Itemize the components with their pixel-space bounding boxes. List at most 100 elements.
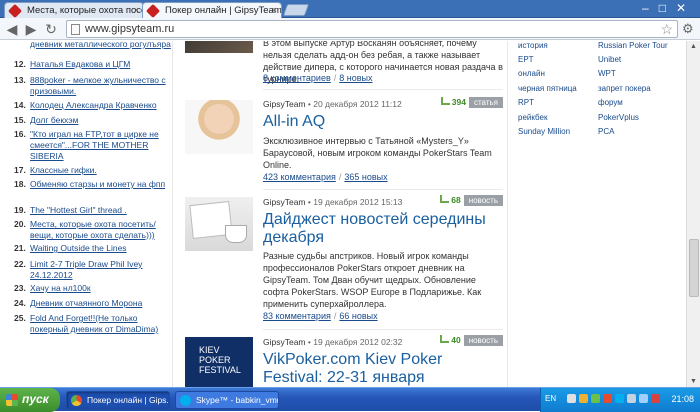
tag-link[interactable]: форум [598, 98, 623, 107]
tab-places[interactable]: Места, которые охота посе × [4, 2, 144, 18]
list-item-link[interactable]: Классные гифки. [30, 165, 176, 176]
scroll-up-icon[interactable]: ▲ [690, 43, 697, 50]
tray-app-icon[interactable] [603, 394, 612, 403]
window-controls[interactable]: –□✕ [642, 1, 696, 15]
new-comments-link[interactable]: 66 новых [339, 311, 377, 321]
list-item-link[interactable]: Места, которые охота посетить/ вещи, кот… [30, 219, 176, 241]
bookmark-star-icon[interactable]: ☆ [660, 21, 673, 38]
likes-count: 68 [451, 195, 461, 205]
festival-logo-text: FESTIVAL [199, 365, 241, 375]
post-author[interactable]: GipsyTeam [263, 197, 306, 207]
new-comments-link[interactable]: 365 новых [344, 172, 387, 182]
post-type-badge: статья [468, 97, 503, 108]
tag-link[interactable]: запрет покера [598, 84, 651, 93]
list-item-link[interactable]: Limit 2-7 Triple Draw Phil Ivey 24.12.20… [30, 259, 176, 281]
address-url[interactable]: www.gipsyteam.ru [85, 23, 174, 35]
list-item-link[interactable]: Хачу на нл100к [30, 283, 176, 294]
post-author[interactable]: GipsyTeam [263, 99, 306, 109]
post-date: • 20 декабря 2012 11:12 [307, 99, 402, 109]
news-feed: В этом выпуске Артур Восканян объясняет,… [172, 41, 508, 387]
network-icon[interactable] [639, 394, 648, 403]
comments-link[interactable]: 423 комментария [263, 172, 336, 182]
volume-icon[interactable] [627, 394, 636, 403]
tray-app-icon[interactable] [579, 394, 588, 403]
list-item-link[interactable]: The "Hottest Girl" thread . [30, 205, 176, 216]
list-item-link[interactable]: Наталья Евдакова и ЦГМ [30, 59, 176, 70]
tag-link[interactable]: история [518, 41, 548, 50]
tag-link[interactable]: WPT [598, 69, 616, 78]
tab-close-icon[interactable]: × [272, 5, 277, 15]
taskbar-item-label: Skype™ - babkin_vmuk [196, 395, 279, 405]
address-bar[interactable]: www.gipsyteam.ru ☆ [66, 20, 678, 38]
new-tab-button[interactable] [282, 4, 310, 16]
tray-app-icon[interactable] [567, 394, 576, 403]
post-type-badge: новость [463, 335, 503, 346]
scroll-down-icon[interactable]: ▼ [690, 378, 697, 385]
gipsyteam-favicon-icon [145, 3, 161, 18]
tray-app-icon[interactable] [651, 394, 660, 403]
list-item-link[interactable]: Fold And Forget!!(Не только покерный дне… [30, 313, 176, 335]
post-thumbnail[interactable] [185, 100, 253, 154]
tag-link[interactable]: Unibet [598, 55, 621, 64]
scrollbar-thumb[interactable] [689, 239, 699, 297]
chrome-icon [71, 395, 82, 406]
list-item-link[interactable]: дневник металлического рогулъяра [30, 41, 176, 50]
list-item-link[interactable]: "Кто играл на FTP,тот в цирке не смеется… [30, 129, 176, 162]
tag-link[interactable]: черная пятница [518, 84, 577, 93]
likes-count: 394 [451, 97, 466, 107]
tag-link[interactable]: RPT [518, 98, 534, 107]
tray-app-icon[interactable] [615, 394, 624, 403]
post-title[interactable]: All-in AQ [263, 113, 503, 131]
post-thumbnail[interactable]: KIEV POKER FESTIVAL [185, 337, 253, 387]
list-item-link[interactable]: Обменяю старзы и монету на фпп [30, 179, 176, 190]
tab-close-icon[interactable]: × [134, 5, 139, 15]
forward-arrow-icon[interactable]: ▶ [22, 20, 40, 38]
tag-link[interactable]: PokerVplus [598, 113, 639, 122]
thumbs-up-icon[interactable] [440, 195, 450, 203]
tag-link[interactable]: EPT [518, 55, 534, 64]
tray-icons [567, 394, 660, 403]
post-meta: GipsyTeam • 19 декабря 2012 02:32 [263, 337, 402, 347]
taskbar-item-skype[interactable]: Skype™ - babkin_vmuk [175, 391, 279, 409]
tag-link[interactable]: Sunday Million [518, 127, 570, 136]
tray-app-icon[interactable] [591, 394, 600, 403]
tab-poker-online[interactable]: Покер онлайн | GipsyTeam × [142, 2, 282, 18]
list-item-link[interactable]: 888poker - мелкое жульничество с призовы… [30, 75, 176, 97]
tag-link[interactable]: Russian Poker Tour [598, 41, 668, 50]
start-button[interactable]: пуск [0, 388, 60, 412]
post-footer: 83 комментария/66 новых [263, 311, 378, 321]
reload-icon[interactable]: ↻ [42, 20, 60, 38]
post-thumbnail[interactable] [185, 197, 253, 251]
post-title[interactable]: VikPoker.com Kiev Poker Festival: 22-31 … [263, 351, 503, 387]
wrench-menu-icon[interactable]: ⚙ [682, 21, 696, 36]
tag-link[interactable]: онлайн [518, 69, 545, 78]
taskbar-item-browser[interactable]: Покер онлайн | Gips... [66, 391, 170, 409]
comments-link[interactable]: 8 комментариев [263, 73, 331, 83]
comments-link[interactable]: 83 комментария [263, 311, 331, 321]
thumbs-up-icon[interactable] [440, 97, 450, 105]
page-icon [71, 24, 80, 35]
browser-toolbar: ◀ ▶ ↻ www.gipsyteam.ru ☆ ⚙ [0, 18, 700, 40]
likes-count: 40 [451, 335, 461, 345]
post-likes: 40 новость [440, 335, 503, 346]
browser-tab-strip: Места, которые охота посе × Покер онлайн… [0, 0, 700, 18]
tag-cloud: история EPT онлайн черная пятница RPT ре… [508, 41, 686, 387]
list-item-link[interactable]: Waiting Outside the Lines [30, 243, 176, 254]
list-item-link[interactable]: Колодец Александра Кравченко [30, 100, 176, 111]
back-arrow-icon[interactable]: ◀ [3, 20, 21, 38]
start-label: пуск [22, 392, 49, 406]
post-author[interactable]: GipsyTeam [263, 337, 306, 347]
language-indicator[interactable]: EN [545, 394, 556, 403]
post-thumbnail[interactable] [185, 41, 253, 53]
list-item-link[interactable]: Долг бекхэм [30, 115, 176, 126]
tab-title: Места, которые охота посе [27, 5, 144, 16]
taskbar-item-label: Покер онлайн | Gips... [87, 395, 170, 405]
tag-link[interactable]: PCA [598, 127, 614, 136]
post-meta: GipsyTeam • 19 декабря 2012 15:13 [263, 197, 402, 207]
tag-link[interactable]: рейкбек [518, 113, 547, 122]
thumbs-up-icon[interactable] [440, 335, 450, 343]
list-item-link[interactable]: Дневник отчаянного Морона [30, 298, 176, 309]
new-comments-link[interactable]: 8 новых [339, 73, 372, 83]
post-title[interactable]: Дайджест новостей середины декабря [263, 211, 503, 247]
page-scrollbar[interactable]: ▲ ▼ [686, 41, 700, 387]
